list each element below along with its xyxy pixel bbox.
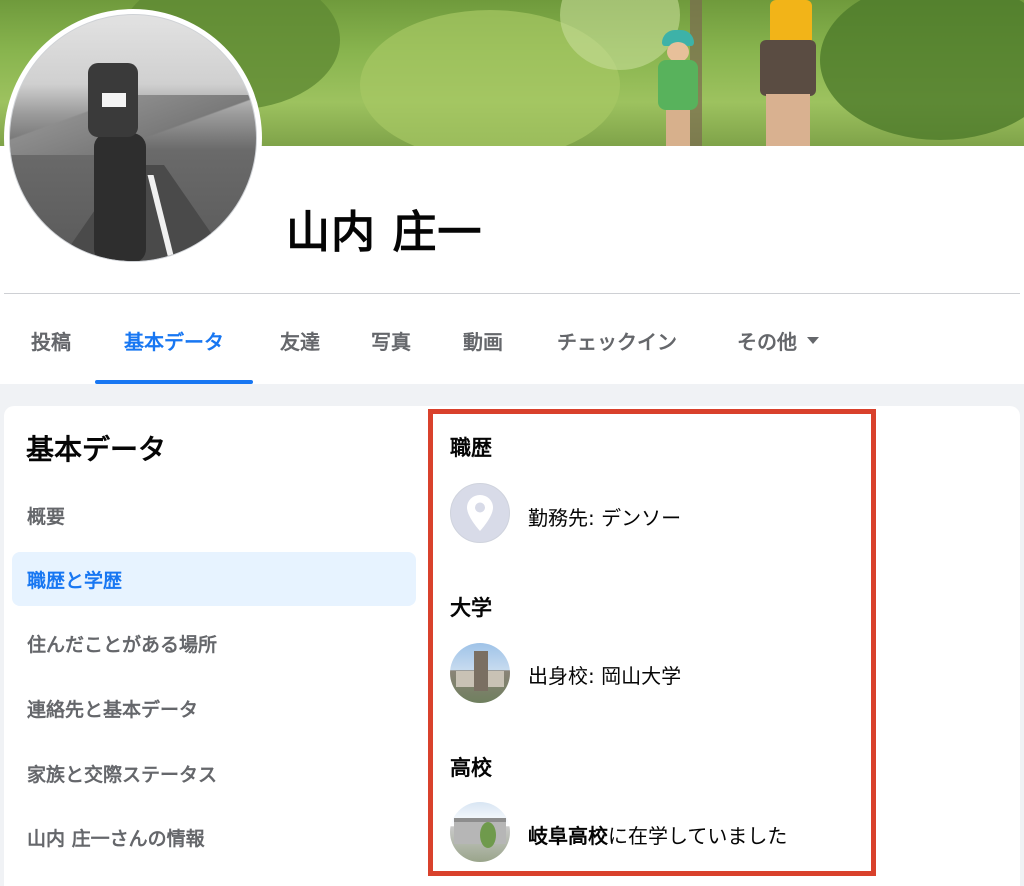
tab-friends[interactable]: 友達 — [275, 296, 325, 384]
work-section-title: 職歴 — [450, 436, 492, 460]
sidebar-item-work-education[interactable]: 職歴と学歴 — [12, 552, 416, 606]
high-school-link[interactable]: 岐阜高校 — [528, 824, 608, 848]
cover-foliage — [820, 0, 1024, 140]
tab-videos[interactable]: 動画 — [458, 296, 508, 384]
cover-adult-figure — [752, 0, 822, 146]
tab-photos[interactable]: 写真 — [366, 296, 416, 384]
profile-name: 山内 庄一 — [286, 207, 483, 258]
sidebar-item-contact-basic-info[interactable]: 連絡先と基本データ — [12, 681, 416, 735]
sidebar-item-places-lived[interactable]: 住んだことがある場所 — [12, 616, 416, 670]
profile-tabs: 投稿 基本データ 友達 写真 動画 チェックイン その他 — [4, 296, 1020, 384]
tab-label: チェックイン — [557, 329, 677, 354]
tab-more[interactable]: その他 — [730, 296, 826, 384]
work-entry[interactable]: 勤務先: デンソー — [528, 502, 681, 531]
tab-label: 動画 — [463, 329, 503, 354]
tab-label: 投稿 — [31, 329, 71, 354]
caret-down-icon — [807, 336, 819, 344]
tab-label: その他 — [737, 329, 797, 354]
high-school-section-title: 高校 — [450, 756, 492, 780]
header-divider — [4, 293, 1020, 294]
high-school-entry: 岐阜高校に在学していました — [528, 820, 787, 849]
sidebar-item-family-relationships[interactable]: 家族と交際ステータス — [12, 746, 416, 800]
profile-page: 山内 庄一 投稿 基本データ 友達 写真 動画 チェックイン その他 基本データ… — [0, 0, 1024, 886]
university-photo[interactable] — [450, 643, 510, 703]
sidebar-item-overview[interactable]: 概要 — [12, 488, 416, 542]
university-entry[interactable]: 出身校: 岡山大学 — [528, 660, 681, 689]
tab-checkins[interactable]: チェックイン — [550, 296, 684, 384]
tab-about[interactable]: 基本データ — [95, 296, 253, 384]
high-school-photo[interactable] — [450, 802, 510, 862]
sidebar-title: 基本データ — [26, 433, 167, 466]
location-pin-icon — [450, 483, 510, 543]
tab-label: 写真 — [371, 329, 411, 354]
high-school-suffix: に在学していました — [608, 824, 788, 848]
tab-label: 友達 — [280, 329, 320, 354]
tab-posts[interactable]: 投稿 — [26, 296, 76, 384]
sidebar-item-details-about[interactable]: 山内 庄一さんの情報 — [12, 810, 416, 864]
pin-glyph — [467, 495, 493, 531]
avatar-photo — [9, 14, 257, 262]
cover-child-figure — [656, 30, 700, 146]
university-section-title: 大学 — [450, 596, 492, 620]
tab-label: 基本データ — [124, 329, 224, 354]
profile-avatar[interactable] — [4, 9, 262, 267]
